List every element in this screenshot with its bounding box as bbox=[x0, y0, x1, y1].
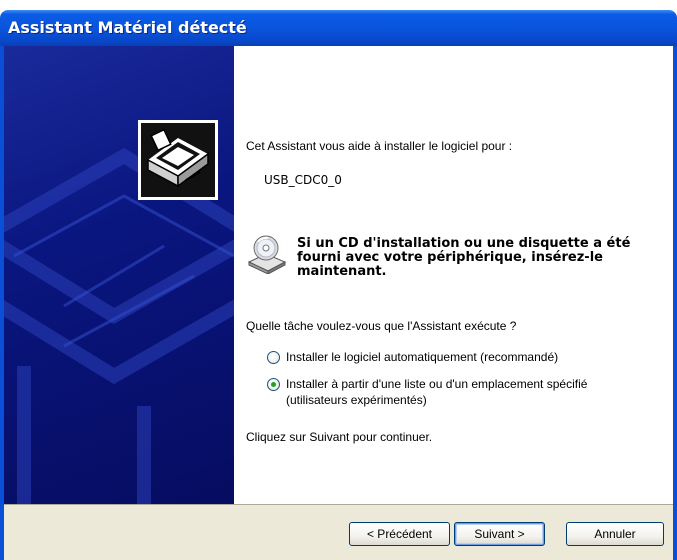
cd-prompt-line: fourni avec votre périphérique, insérez-… bbox=[297, 250, 603, 265]
wizard-side-panel bbox=[4, 46, 234, 504]
option-automatic-label[interactable]: Installer le logiciel automatiquement (r… bbox=[286, 350, 558, 364]
side-panel-graphic bbox=[4, 147, 234, 504]
cd-prompt: Si un CD d'installation ou une disquette… bbox=[297, 237, 657, 279]
task-question: Quelle tâche voulez-vous que l'Assistant… bbox=[246, 319, 517, 333]
cd-prompt-line: Si un CD d'installation ou une disquette… bbox=[297, 236, 631, 251]
radio-selected-dot bbox=[271, 382, 276, 387]
window-title: Assistant Matériel détecté bbox=[8, 18, 247, 37]
device-name: USB_CDC0_0 bbox=[264, 173, 342, 187]
window-frame-right bbox=[673, 46, 677, 560]
hardware-drive-icon bbox=[138, 120, 218, 200]
continue-hint: Cliquez sur Suivant pour continuer. bbox=[246, 430, 433, 444]
radio-install-from-list[interactable] bbox=[267, 378, 280, 391]
next-button[interactable]: Suivant > bbox=[454, 522, 545, 546]
intro-text: Cet Assistant vous aide à installer le l… bbox=[246, 139, 513, 153]
option-from-list-label[interactable]: Installer à partir d'une liste ou d'un e… bbox=[286, 377, 587, 391]
cancel-button[interactable]: Annuler bbox=[566, 522, 664, 546]
back-button[interactable]: < Précédent bbox=[349, 522, 450, 546]
radio-install-automatic[interactable] bbox=[267, 351, 280, 364]
cd-prompt-line: maintenant. bbox=[297, 264, 387, 279]
cd-drive-icon bbox=[246, 234, 288, 275]
title-bar[interactable]: Assistant Matériel détecté bbox=[0, 10, 677, 46]
option-from-list-sublabel[interactable]: (utilisateurs expérimentés) bbox=[286, 393, 427, 407]
